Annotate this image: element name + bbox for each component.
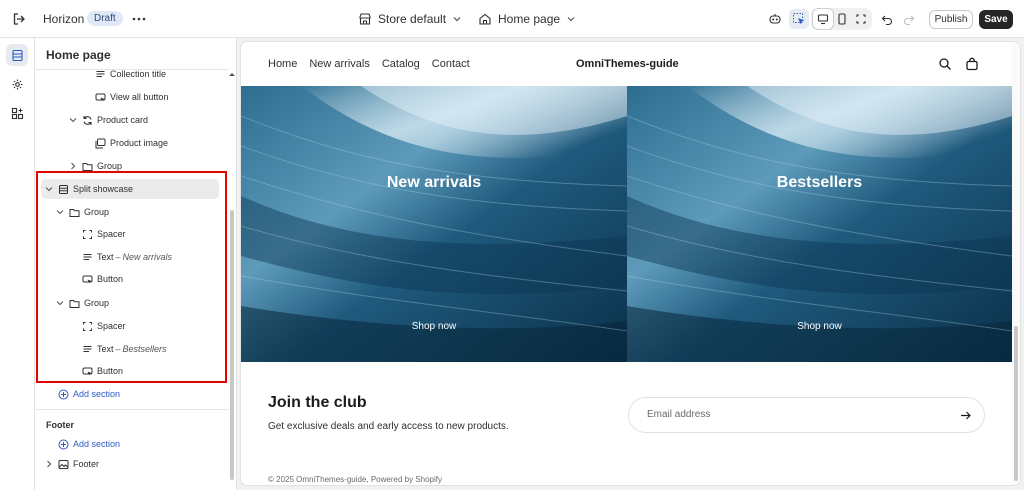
nav-link-contact[interactable]: Contact	[432, 58, 470, 70]
publish-button[interactable]: Publish	[929, 10, 973, 29]
store-logo-text[interactable]: OmniThemes-guide	[576, 58, 679, 70]
tree-item[interactable]: Product card	[35, 110, 225, 130]
copyright-text: © 2025 OmniThemes-guide, Powered by Shop…	[268, 475, 442, 484]
chevron-down-icon	[566, 14, 576, 24]
hero-title: New arrivals	[386, 174, 482, 191]
preview-scrollbar[interactable]	[1014, 326, 1018, 481]
text-lines-icon	[95, 69, 106, 80]
store-picker[interactable]: Store default	[358, 9, 462, 29]
scroll-up-icon[interactable]	[228, 71, 236, 77]
chevron-down-icon	[452, 14, 462, 24]
gear-icon[interactable]	[6, 73, 28, 95]
device-toggle-group	[811, 8, 872, 30]
divider	[35, 409, 229, 410]
tree-item[interactable]: Collection title	[35, 64, 225, 84]
shop-now-button[interactable]: Shop now	[627, 321, 1012, 332]
sidebar-title: Home page	[46, 48, 111, 62]
add-section-label: Add section	[73, 439, 121, 449]
newsletter-title: Join the club	[268, 394, 367, 411]
tree-item[interactable]: Product image	[35, 133, 225, 153]
plus-circle-icon	[58, 389, 69, 400]
refresh-icon	[82, 115, 93, 126]
tree-item-label: Footer	[73, 459, 100, 469]
newsletter-subtitle: Get exclusive deals and early access to …	[268, 421, 509, 432]
nav-link-new-arrivals[interactable]: New arrivals	[309, 58, 370, 70]
annotation-highlight	[36, 171, 227, 383]
footer-group-label: Footer	[46, 420, 74, 430]
arrow-right-icon[interactable]	[959, 409, 972, 422]
chevron-right-icon[interactable]	[68, 161, 78, 171]
tree-item[interactable]: View all button	[35, 87, 225, 107]
chevron-down-icon[interactable]	[68, 115, 78, 125]
tree-item-label: Product card	[97, 115, 149, 125]
store-header: Home New arrivals Catalog Contact OmniTh…	[241, 42, 1012, 86]
hero-title: Bestsellers	[776, 174, 863, 191]
image-stack-icon	[95, 138, 106, 149]
add-section-button[interactable]: Add section	[58, 385, 120, 403]
chevron-right-icon[interactable]	[44, 459, 54, 469]
email-field[interactable]: Email address	[628, 397, 985, 433]
tree-item-label: View all button	[110, 92, 169, 102]
store-preview: Home New arrivals Catalog Contact OmniTh…	[241, 42, 1020, 485]
exit-icon[interactable]	[10, 10, 28, 28]
home-icon	[478, 12, 492, 26]
button-cursor-icon	[95, 92, 106, 103]
undo-icon[interactable]	[877, 9, 897, 29]
image-section-icon	[58, 459, 69, 470]
folder-icon	[82, 161, 93, 172]
shop-now-button[interactable]: Shop now	[241, 321, 627, 332]
page-picker-label: Home page	[498, 12, 561, 26]
store-nav: Home New arrivals Catalog Contact	[268, 58, 470, 70]
plus-circle-icon	[58, 439, 69, 450]
more-options-icon[interactable]	[130, 10, 148, 28]
editor-topbar: Horizon Draft Store default Home page Pu…	[0, 0, 1024, 38]
tree-item-label: Group	[97, 161, 123, 171]
save-button[interactable]: Save	[979, 10, 1013, 29]
page-picker[interactable]: Home page	[478, 9, 576, 29]
footer-section-row[interactable]: Footer	[35, 454, 225, 474]
theme-name: Horizon	[43, 12, 85, 26]
cart-bag-icon[interactable]	[965, 57, 979, 71]
nav-link-catalog[interactable]: Catalog	[382, 58, 420, 70]
draft-badge: Draft	[87, 11, 123, 26]
tree-item-label: Product image	[110, 138, 169, 148]
store-icon	[358, 12, 372, 26]
search-icon[interactable]	[938, 57, 952, 71]
sections-icon[interactable]	[6, 44, 28, 66]
sidebar-scrollbar[interactable]	[230, 210, 234, 480]
store-picker-label: Store default	[378, 12, 447, 26]
tree-item-label: Collection title	[110, 69, 167, 79]
ai-assistant-icon[interactable]	[765, 9, 785, 29]
desktop-icon[interactable]	[813, 9, 833, 29]
mobile-icon[interactable]	[832, 9, 852, 29]
footer-add-section-button[interactable]: Add section	[58, 435, 120, 453]
hero-panel-new-arrivals[interactable]: New arrivals Shop now	[241, 86, 627, 362]
add-section-label: Add section	[73, 389, 121, 399]
inspector-cursor-icon[interactable]	[789, 9, 809, 29]
fullscreen-icon[interactable]	[851, 9, 871, 29]
left-rail	[0, 38, 35, 490]
email-placeholder[interactable]: Email address	[647, 409, 710, 420]
redo-icon[interactable]	[898, 9, 918, 29]
apps-icon[interactable]	[6, 102, 28, 124]
nav-link-home[interactable]: Home	[268, 58, 297, 70]
hero-panel-bestsellers[interactable]: Bestsellers Shop now	[627, 86, 1012, 362]
